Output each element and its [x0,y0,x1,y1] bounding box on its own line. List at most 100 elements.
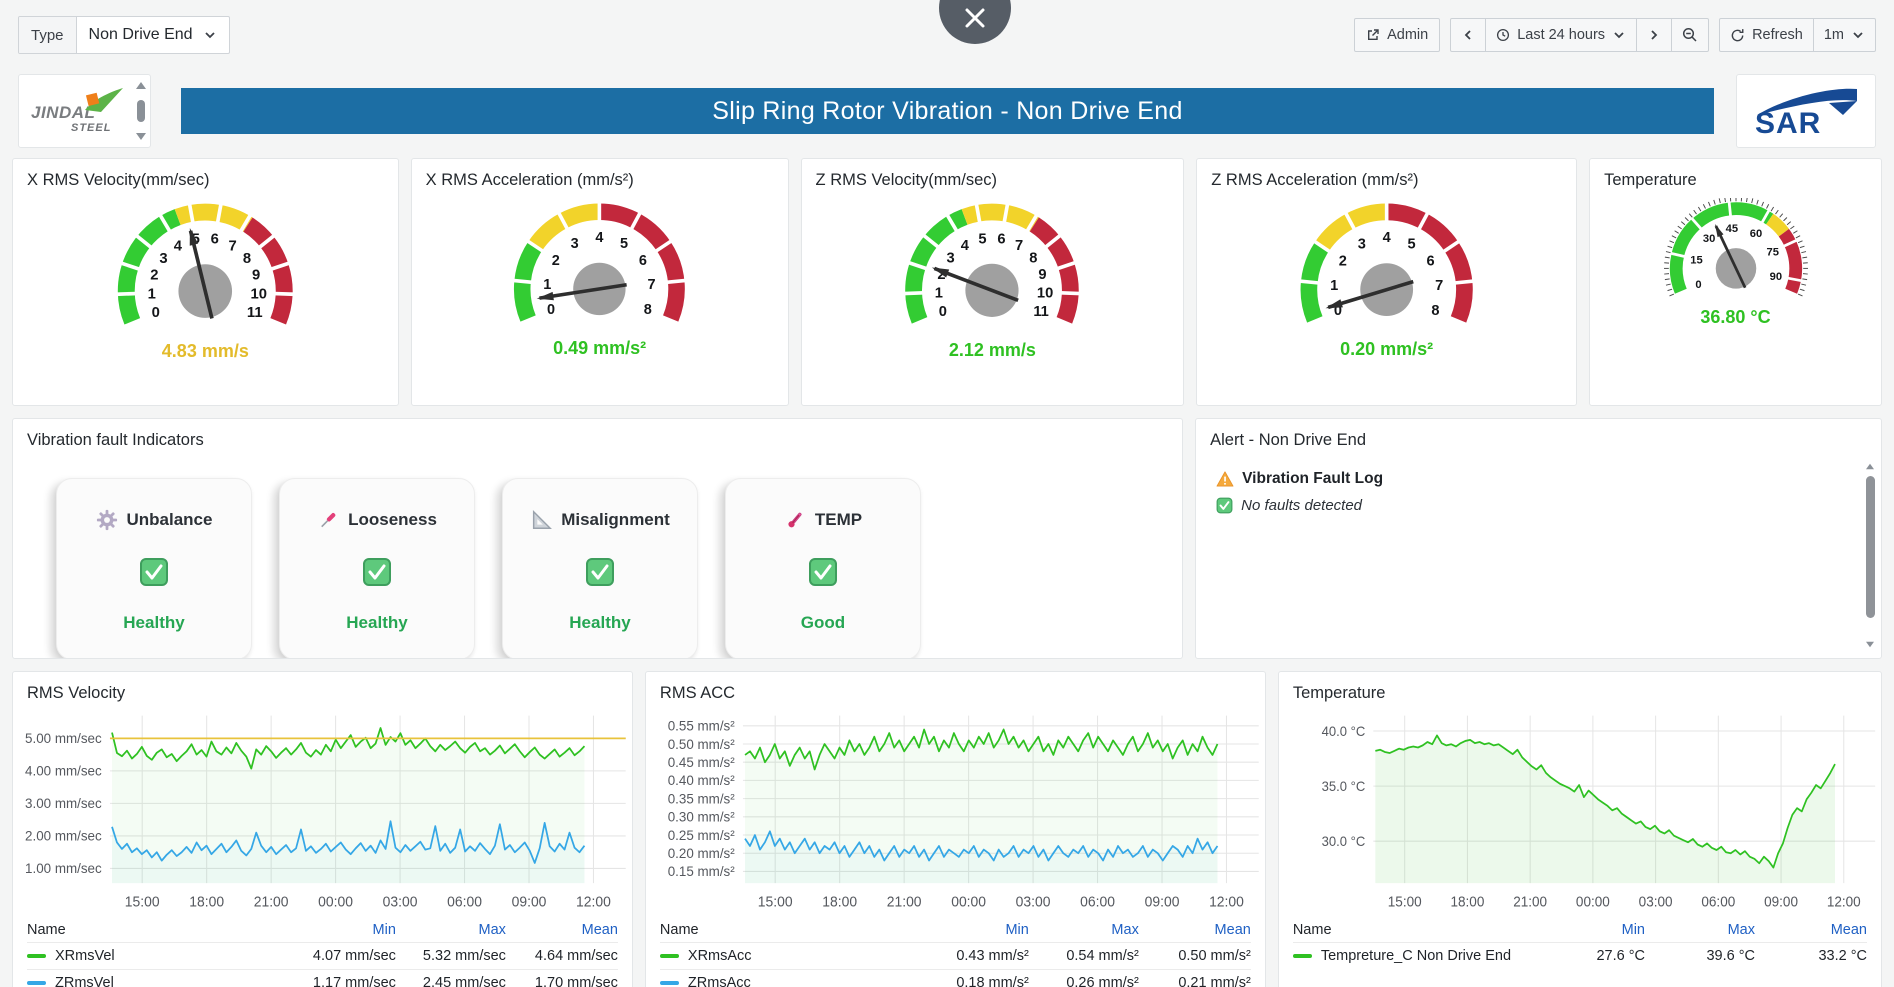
warning-icon [1216,471,1234,487]
chart-legend: Name Min Max Mean Tempreture_C Non Drive… [1293,917,1867,969]
zoom-out-button[interactable] [1672,19,1708,51]
panel-title: RMS Velocity [13,672,632,705]
gauge-value: 2.12 mm/s [949,340,1036,361]
indicator-label: Misalignment [561,510,670,530]
svg-text:6: 6 [639,253,647,269]
chart-legend: Name Min Max Mean XRmsVel 4.07 mm/sec 5.… [27,917,618,987]
admin-button[interactable]: Admin [1354,18,1440,52]
refresh-interval-value: 1m [1824,27,1844,43]
legend-row[interactable]: ZRmsAcc 0.18 mm/s² 0.26 mm/s² 0.21 mm/s² [660,969,1251,987]
svg-text:18:00: 18:00 [189,893,224,909]
svg-text:0.20 mm/s²: 0.20 mm/s² [668,846,735,861]
legend-header-mean[interactable]: Mean [1755,922,1867,938]
svg-text:8: 8 [1431,303,1439,319]
gauge-value: 4.83 mm/s [162,341,249,362]
gauge-value: 0.20 mm/s² [1340,339,1433,360]
gauge: 01234567891011 [824,198,1160,338]
svg-text:7: 7 [1015,238,1023,254]
jindal-steel-logo: JINDAL STEEL [29,86,125,136]
svg-text:21:00: 21:00 [254,893,289,909]
svg-text:JINDAL: JINDAL [31,103,95,122]
legend-row[interactable]: XRmsAcc 0.43 mm/s² 0.54 mm/s² 0.50 mm/s² [660,942,1251,969]
legend-header-name[interactable]: Name [27,922,286,938]
svg-text:21:00: 21:00 [887,893,922,909]
svg-text:7: 7 [648,277,656,293]
indicator-status: Good [801,613,845,633]
svg-text:35.0 °C: 35.0 °C [1322,779,1366,794]
refresh-button[interactable]: Refresh [1720,19,1814,51]
svg-text:03:00: 03:00 [1016,893,1051,909]
svg-text:10: 10 [1037,286,1053,302]
gauge-panel-z-rms-acceleration: Z RMS Acceleration (mm/s²) 012345678 0.2… [1196,158,1577,406]
checkbox-checked-icon [808,557,838,587]
svg-text:09:00: 09:00 [512,893,547,909]
checkbox-checked-icon [585,557,615,587]
svg-text:6: 6 [1426,254,1434,270]
panel-title: Temperature [1279,672,1881,705]
svg-text:7: 7 [1435,278,1443,294]
rms-velocity-chart[interactable]: 1.00 mm/sec2.00 mm/sec3.00 mm/sec4.00 mm… [13,705,632,917]
legend-row[interactable]: ZRmsVel 1.17 mm/sec 2.45 mm/sec 1.70 mm/… [27,969,618,987]
legend-header-name[interactable]: Name [660,922,919,938]
legend-header-min[interactable]: Min [1535,922,1645,938]
time-back-button[interactable] [1451,19,1486,51]
legend-row[interactable]: XRmsVel 4.07 mm/sec 5.32 mm/sec 4.64 mm/… [27,942,618,969]
logo-panel-scrollbar[interactable] [136,82,146,140]
checkbox-checked-icon [362,557,392,587]
vibration-fault-indicators-panel: Vibration fault Indicators Unbalance Hea… [12,418,1183,659]
time-range-label: Last 24 hours [1517,27,1605,43]
panel-title: Z RMS Acceleration (mm/s²) [1197,159,1576,192]
legend-header-max[interactable]: Max [1029,922,1139,938]
svg-text:15: 15 [1690,254,1702,266]
svg-text:0.25 mm/s²: 0.25 mm/s² [668,828,735,843]
series-swatch [660,954,679,958]
series-swatch [27,954,46,958]
svg-text:2: 2 [1339,254,1347,270]
scroll-up-icon[interactable] [136,82,146,89]
alert-scrollbar[interactable] [1864,463,1876,648]
svg-text:2: 2 [150,268,158,284]
legend-row[interactable]: Tempreture_C Non Drive End 27.6 °C 39.6 … [1293,942,1867,969]
time-range-picker[interactable]: Last 24 hours [1486,19,1637,51]
chevron-down-icon [1612,28,1626,42]
svg-text:3: 3 [947,250,955,266]
check-icon [1216,497,1233,514]
refresh-group: Refresh 1m [1719,18,1876,52]
svg-text:18:00: 18:00 [822,893,857,909]
indicator-card-temp: TEMP Good [725,478,921,659]
thermometer-icon [784,509,806,531]
svg-text:0: 0 [939,304,947,320]
scrollbar-thumb[interactable] [1866,476,1875,618]
scroll-down-icon[interactable] [136,133,146,140]
scroll-up-icon[interactable] [1866,464,1874,470]
panel-title: Z RMS Velocity(mm/sec) [802,159,1184,192]
close-button[interactable] [939,0,1011,44]
legend-header-max[interactable]: Max [396,922,506,938]
svg-text:9: 9 [252,268,260,284]
legend-header-mean[interactable]: Mean [1139,922,1251,938]
panel-title: Vibration fault Indicators [13,419,1182,452]
legend-header-min[interactable]: Min [286,922,396,938]
refresh-interval-select[interactable]: 1m [1814,19,1875,51]
rms-acc-chart[interactable]: 0.15 mm/s²0.20 mm/s²0.25 mm/s²0.30 mm/s²… [646,705,1265,917]
indicator-label: TEMP [815,510,862,530]
gauge-value: 0.49 mm/s² [553,338,646,359]
dashboard-title: Slip Ring Rotor Vibration - Non Drive En… [712,97,1182,126]
time-forward-button[interactable] [1637,19,1672,51]
indicator-status: Healthy [123,613,184,633]
gauge: 012345678 [434,198,765,336]
svg-text:1: 1 [935,286,943,302]
panel-title: Alert - Non Drive End [1196,419,1881,452]
scrollbar-thumb[interactable] [137,100,145,122]
legend-header-name[interactable]: Name [1293,922,1535,938]
legend-header-max[interactable]: Max [1645,922,1755,938]
svg-text:12:00: 12:00 [1209,893,1244,909]
legend-header-mean[interactable]: Mean [506,922,618,938]
svg-text:2.00 mm/sec: 2.00 mm/sec [25,829,102,844]
legend-header-min[interactable]: Min [919,922,1029,938]
scroll-down-icon[interactable] [1866,642,1874,648]
gear-icon [96,509,118,531]
temperature-chart[interactable]: 30.0 °C35.0 °C40.0 °C15:0018:0021:0000:0… [1279,705,1881,917]
type-variable-select[interactable]: Non Drive End [77,17,229,53]
svg-text:1: 1 [1330,278,1338,294]
